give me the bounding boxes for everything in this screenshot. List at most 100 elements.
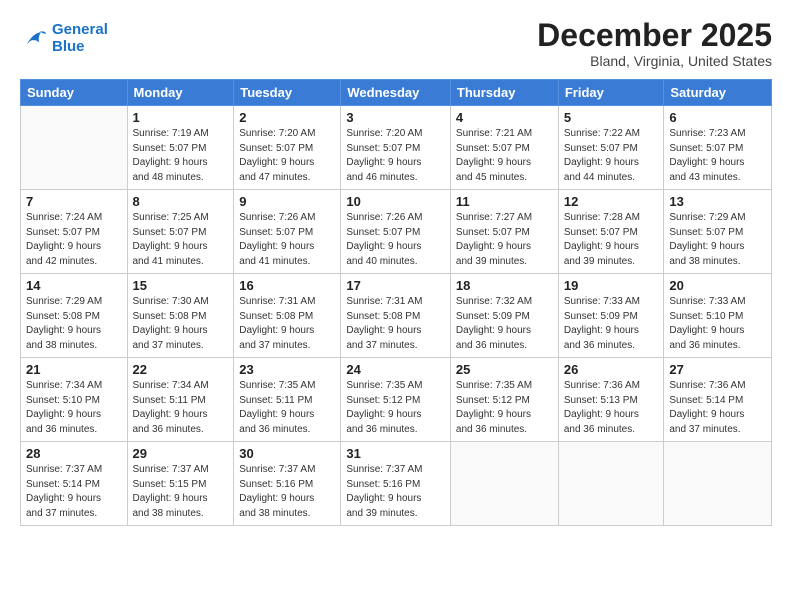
calendar-cell: 20 Sunrise: 7:33 AM Sunset: 5:10 PM Dayli…: [664, 274, 772, 358]
calendar-body: 1Sunrise: 7:19 AM Sunset: 5:07 PM Daylig…: [21, 106, 772, 526]
day-number: 6: [669, 110, 766, 125]
day-number: 24: [346, 362, 445, 377]
calendar-week-row: 14 Sunrise: 7:29 AM Sunset: 5:08 PM Dayli…: [21, 274, 772, 358]
day-info: Sunrise: 7:27 AM Sunset: 5:07 PM Dayligh…: [456, 211, 553, 269]
day-number: 5: [564, 110, 659, 125]
day-number: 10: [346, 194, 445, 209]
calendar-cell: 18 Sunrise: 7:32 AM Sunset: 5:09 PM Dayli…: [450, 274, 558, 358]
day-number: 28: [26, 446, 122, 461]
subtitle: Bland, Virginia, United States: [537, 53, 772, 69]
day-number: 30: [239, 446, 335, 461]
day-info: Sunrise: 7:34 AM Sunset: 5:10 PM Dayligh…: [26, 379, 122, 437]
day-info: Sunrise: 7:34 AM Sunset: 5:11 PM Dayligh…: [133, 379, 229, 437]
day-info: Sunrise: 7:31 AM Sunset: 5:08 PM Dayligh…: [346, 295, 445, 353]
day-info: Sunrise: 7:29 AM Sunset: 5:08 PM Dayligh…: [26, 295, 122, 353]
day-number: 29: [133, 446, 229, 461]
day-number: 25: [456, 362, 553, 377]
day-header-saturday: Saturday: [664, 80, 772, 106]
day-number: 16: [239, 278, 335, 293]
day-number: 2: [239, 110, 335, 125]
day-info: Sunrise: 7:35 AM Sunset: 5:11 PM Dayligh…: [239, 379, 335, 437]
day-info: Sunrise: 7:19 AM Sunset: 5:07 PM Dayligh…: [133, 127, 229, 185]
calendar-cell: 22 Sunrise: 7:34 AM Sunset: 5:11 PM Dayli…: [127, 358, 234, 442]
calendar: SundayMondayTuesdayWednesdayThursdayFrid…: [20, 79, 772, 526]
logo-line2: Blue: [52, 38, 85, 55]
day-info: Sunrise: 7:23 AM Sunset: 5:07 PM Dayligh…: [669, 127, 766, 185]
calendar-cell: 10 Sunrise: 7:26 AM Sunset: 5:07 PM Dayli…: [341, 190, 451, 274]
day-info: Sunrise: 7:25 AM Sunset: 5:07 PM Dayligh…: [133, 211, 229, 269]
calendar-header-row: SundayMondayTuesdayWednesdayThursdayFrid…: [21, 80, 772, 106]
day-info: Sunrise: 7:35 AM Sunset: 5:12 PM Dayligh…: [456, 379, 553, 437]
day-info: Sunrise: 7:36 AM Sunset: 5:14 PM Dayligh…: [669, 379, 766, 437]
calendar-cell: 2Sunrise: 7:20 AM Sunset: 5:07 PM Daylig…: [234, 106, 341, 190]
calendar-cell: 8Sunrise: 7:25 AM Sunset: 5:07 PM Daylig…: [127, 190, 234, 274]
calendar-cell: 28 Sunrise: 7:37 AM Sunset: 5:14 PM Dayli…: [21, 442, 128, 526]
calendar-cell: [664, 442, 772, 526]
day-number: 4: [456, 110, 553, 125]
logo-line1: General: [52, 21, 108, 38]
day-number: 18: [456, 278, 553, 293]
calendar-cell: [21, 106, 128, 190]
day-info: Sunrise: 7:35 AM Sunset: 5:12 PM Dayligh…: [346, 379, 445, 437]
day-number: 13: [669, 194, 766, 209]
day-number: 26: [564, 362, 659, 377]
day-info: Sunrise: 7:32 AM Sunset: 5:09 PM Dayligh…: [456, 295, 553, 353]
calendar-week-row: 21Sunrise: 7:34 AM Sunset: 5:10 PM Dayli…: [21, 358, 772, 442]
calendar-cell: 11 Sunrise: 7:27 AM Sunset: 5:07 PM Dayli…: [450, 190, 558, 274]
day-number: 11: [456, 194, 553, 209]
main-title: December 2025: [537, 18, 772, 53]
day-header-tuesday: Tuesday: [234, 80, 341, 106]
logo: General Blue: [20, 22, 108, 55]
calendar-week-row: 7 Sunrise: 7:24 AM Sunset: 5:07 PM Daylig…: [21, 190, 772, 274]
day-info: Sunrise: 7:37 AM Sunset: 5:16 PM Dayligh…: [239, 463, 335, 521]
calendar-cell: 9Sunrise: 7:26 AM Sunset: 5:07 PM Daylig…: [234, 190, 341, 274]
calendar-cell: 29 Sunrise: 7:37 AM Sunset: 5:15 PM Dayli…: [127, 442, 234, 526]
calendar-cell: [450, 442, 558, 526]
day-info: Sunrise: 7:21 AM Sunset: 5:07 PM Dayligh…: [456, 127, 553, 185]
day-info: Sunrise: 7:26 AM Sunset: 5:07 PM Dayligh…: [346, 211, 445, 269]
day-number: 22: [133, 362, 229, 377]
day-header-sunday: Sunday: [21, 80, 128, 106]
calendar-cell: 4 Sunrise: 7:21 AM Sunset: 5:07 PM Daylig…: [450, 106, 558, 190]
calendar-cell: 23 Sunrise: 7:35 AM Sunset: 5:11 PM Dayli…: [234, 358, 341, 442]
logo-text: General Blue: [52, 22, 108, 55]
calendar-cell: 13Sunrise: 7:29 AM Sunset: 5:07 PM Dayli…: [664, 190, 772, 274]
day-number: 27: [669, 362, 766, 377]
day-info: Sunrise: 7:37 AM Sunset: 5:14 PM Dayligh…: [26, 463, 122, 521]
calendar-cell: 12Sunrise: 7:28 AM Sunset: 5:07 PM Dayli…: [558, 190, 664, 274]
day-info: Sunrise: 7:37 AM Sunset: 5:16 PM Dayligh…: [346, 463, 445, 521]
logo-icon: [20, 25, 48, 53]
page: General Blue December 2025 Bland, Virgin…: [0, 0, 792, 612]
calendar-week-row: 1Sunrise: 7:19 AM Sunset: 5:07 PM Daylig…: [21, 106, 772, 190]
day-info: Sunrise: 7:33 AM Sunset: 5:10 PM Dayligh…: [669, 295, 766, 353]
header: General Blue December 2025 Bland, Virgin…: [20, 18, 772, 69]
day-number: 31: [346, 446, 445, 461]
day-info: Sunrise: 7:37 AM Sunset: 5:15 PM Dayligh…: [133, 463, 229, 521]
calendar-cell: 19Sunrise: 7:33 AM Sunset: 5:09 PM Dayli…: [558, 274, 664, 358]
calendar-cell: [558, 442, 664, 526]
day-info: Sunrise: 7:31 AM Sunset: 5:08 PM Dayligh…: [239, 295, 335, 353]
day-number: 12: [564, 194, 659, 209]
calendar-cell: 14 Sunrise: 7:29 AM Sunset: 5:08 PM Dayli…: [21, 274, 128, 358]
day-info: Sunrise: 7:36 AM Sunset: 5:13 PM Dayligh…: [564, 379, 659, 437]
day-number: 7: [26, 194, 122, 209]
day-number: 20: [669, 278, 766, 293]
day-header-monday: Monday: [127, 80, 234, 106]
calendar-cell: 7 Sunrise: 7:24 AM Sunset: 5:07 PM Daylig…: [21, 190, 128, 274]
day-info: Sunrise: 7:22 AM Sunset: 5:07 PM Dayligh…: [564, 127, 659, 185]
calendar-cell: 21Sunrise: 7:34 AM Sunset: 5:10 PM Dayli…: [21, 358, 128, 442]
calendar-cell: 26 Sunrise: 7:36 AM Sunset: 5:13 PM Dayli…: [558, 358, 664, 442]
calendar-cell: 30 Sunrise: 7:37 AM Sunset: 5:16 PM Dayli…: [234, 442, 341, 526]
calendar-week-row: 28 Sunrise: 7:37 AM Sunset: 5:14 PM Dayli…: [21, 442, 772, 526]
day-info: Sunrise: 7:20 AM Sunset: 5:07 PM Dayligh…: [346, 127, 445, 185]
day-info: Sunrise: 7:26 AM Sunset: 5:07 PM Dayligh…: [239, 211, 335, 269]
day-info: Sunrise: 7:24 AM Sunset: 5:07 PM Dayligh…: [26, 211, 122, 269]
calendar-cell: 27 Sunrise: 7:36 AM Sunset: 5:14 PM Dayli…: [664, 358, 772, 442]
day-header-thursday: Thursday: [450, 80, 558, 106]
calendar-cell: 16 Sunrise: 7:31 AM Sunset: 5:08 PM Dayli…: [234, 274, 341, 358]
day-number: 19: [564, 278, 659, 293]
day-number: 14: [26, 278, 122, 293]
day-number: 3: [346, 110, 445, 125]
calendar-cell: 5 Sunrise: 7:22 AM Sunset: 5:07 PM Daylig…: [558, 106, 664, 190]
day-number: 23: [239, 362, 335, 377]
